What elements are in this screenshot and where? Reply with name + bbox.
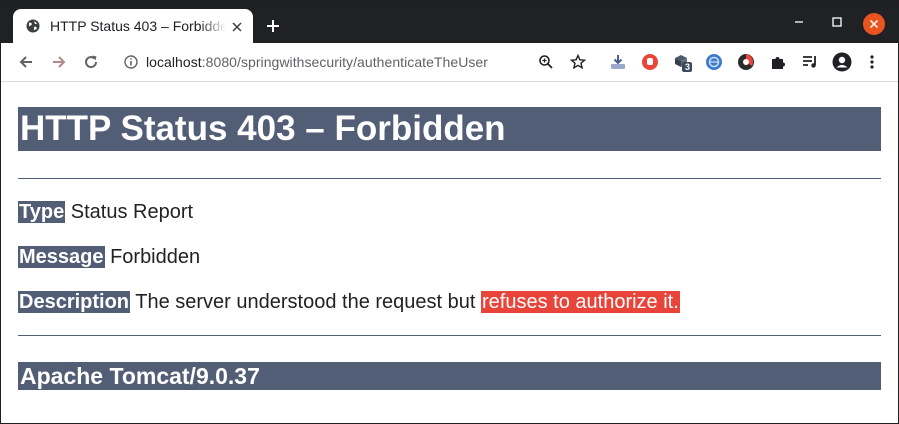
browser-window: HTTP Status 403 – Forbidden localhost:80… bbox=[0, 0, 899, 424]
browser-toolbar: localhost:8080/springwithsecurity/authen… bbox=[1, 43, 898, 82]
globe-icon bbox=[26, 19, 40, 33]
profile-icon[interactable] bbox=[832, 52, 852, 72]
media-icon[interactable] bbox=[801, 53, 819, 71]
url-text: localhost:8080/springwithsecurity/authen… bbox=[146, 54, 488, 70]
puzzle-icon[interactable] bbox=[769, 53, 787, 71]
info-icon[interactable] bbox=[124, 55, 138, 69]
reload-icon[interactable] bbox=[83, 54, 99, 70]
description-highlight: refuses to authorize it. bbox=[481, 291, 680, 313]
star-icon[interactable] bbox=[569, 53, 587, 70]
tab-title: HTTP Status 403 – Forbidden bbox=[50, 18, 226, 34]
menu-icon[interactable] bbox=[867, 53, 877, 71]
type-value: Status Report bbox=[70, 201, 194, 223]
message-label: Message bbox=[18, 246, 105, 268]
url-path: :8080/springwithsecurity/authenticateThe… bbox=[201, 54, 488, 70]
message-value: Forbidden bbox=[110, 246, 201, 268]
maximize-icon[interactable] bbox=[830, 15, 844, 29]
cube-extension-icon[interactable]: 3 bbox=[673, 53, 693, 72]
window-close-icon[interactable] bbox=[863, 13, 885, 35]
zoom-icon[interactable] bbox=[538, 54, 554, 70]
description-value: The server understood the request but bbox=[135, 291, 476, 313]
type-label: Type bbox=[18, 201, 66, 223]
plus-icon[interactable] bbox=[264, 17, 282, 35]
address-bar[interactable]: localhost:8080/springwithsecurity/authen… bbox=[115, 47, 595, 77]
shield-extension-icon[interactable] bbox=[641, 53, 659, 71]
circle-extension-icon[interactable] bbox=[737, 53, 755, 71]
tab-strip: HTTP Status 403 – Forbidden bbox=[1, 1, 898, 43]
forward-icon[interactable] bbox=[51, 54, 67, 70]
globe-extension-icon[interactable] bbox=[705, 53, 723, 71]
divider bbox=[18, 178, 881, 179]
minimize-icon[interactable] bbox=[792, 15, 806, 29]
type-row: Type Status Report bbox=[18, 201, 193, 223]
active-tab[interactable]: HTTP Status 403 – Forbidden bbox=[13, 9, 253, 43]
page-content: HTTP Status 403 – Forbidden Type Status … bbox=[1, 82, 898, 423]
extension-badge: 3 bbox=[685, 62, 691, 72]
description-row: Description The server understood the re… bbox=[18, 291, 680, 313]
message-row: Message Forbidden bbox=[18, 246, 200, 268]
page-title: HTTP Status 403 – Forbidden bbox=[18, 107, 881, 151]
url-host: localhost bbox=[146, 54, 202, 70]
server-footer: Apache Tomcat/9.0.37 bbox=[18, 362, 881, 390]
back-icon[interactable] bbox=[18, 54, 34, 70]
close-icon[interactable] bbox=[231, 20, 243, 32]
download-extension-icon[interactable] bbox=[609, 53, 627, 71]
description-label: Description bbox=[18, 291, 131, 313]
divider bbox=[18, 335, 881, 336]
